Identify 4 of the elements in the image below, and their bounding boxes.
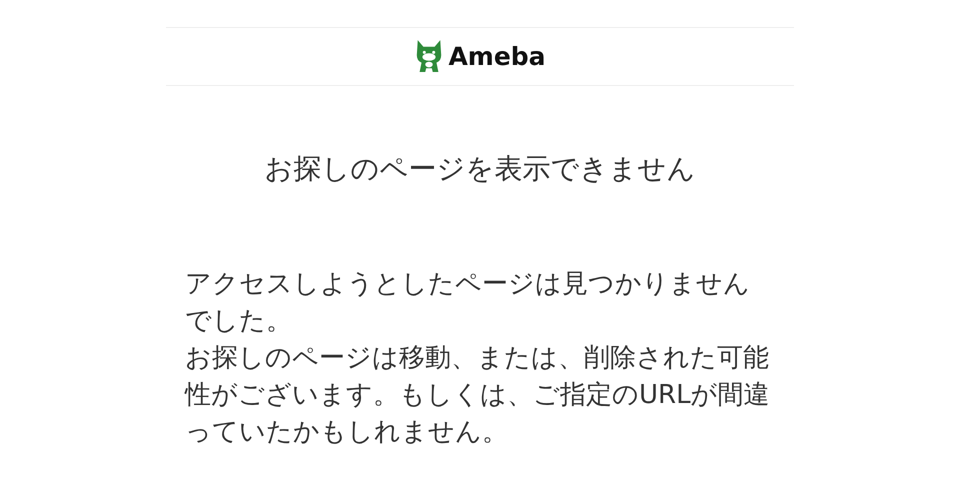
page-title: お探しのページを表示できません	[264, 151, 696, 187]
message-paragraph: アクセスしようとしたページは見つかりませんでした。	[185, 268, 751, 338]
ameba-logo[interactable]: Ameba	[414, 38, 546, 76]
message-paragraph: お探しのページは移動、または、削除された可能性がございます。もしくは、ご指定のURLが間違っていたかもしれません。	[185, 342, 771, 449]
